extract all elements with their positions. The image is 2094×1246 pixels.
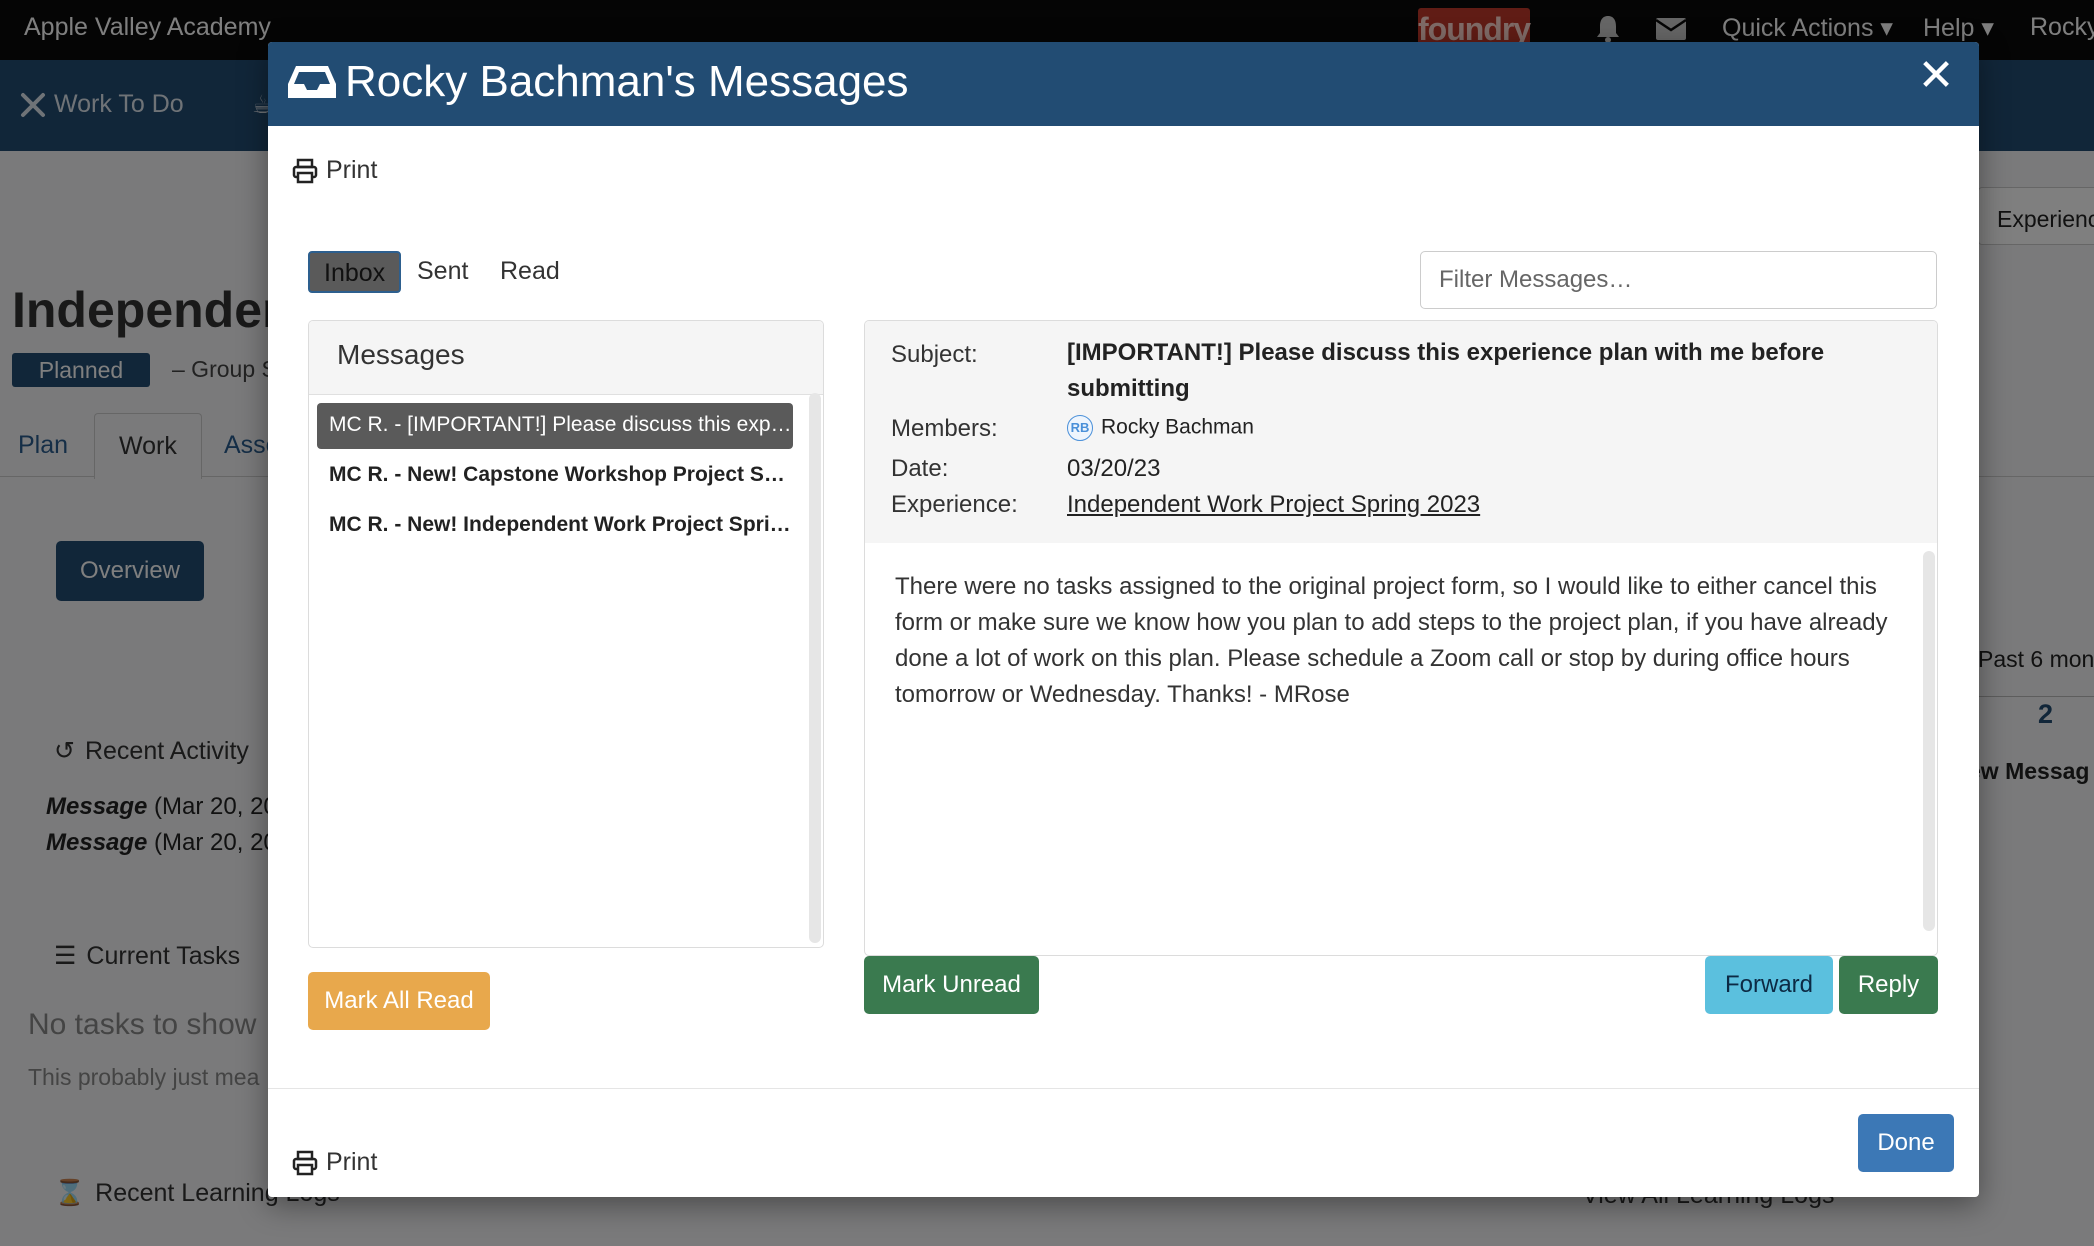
member-chip: RB Rocky Bachman bbox=[1067, 413, 1254, 441]
tab-inbox[interactable]: Inbox bbox=[308, 251, 402, 293]
close-icon[interactable]: ✕ bbox=[1916, 54, 1956, 98]
reply-button[interactable]: Reply bbox=[1839, 956, 1938, 1014]
subject-label: Subject: bbox=[891, 341, 978, 368]
member-name: Rocky Bachman bbox=[1101, 415, 1254, 439]
done-button[interactable]: Done bbox=[1858, 1114, 1954, 1172]
print-button-top[interactable]: Print bbox=[292, 156, 377, 185]
printer-icon bbox=[292, 1150, 318, 1175]
modal-header: Rocky Bachman's Messages ✕ bbox=[268, 42, 1979, 126]
mark-unread-button[interactable]: Mark Unread bbox=[864, 956, 1039, 1014]
message-list-item[interactable]: MC R. - New! Independent Work Project Sp… bbox=[317, 503, 793, 549]
message-list-panel: Messages MC R. - [IMPORTANT!] Please dis… bbox=[308, 320, 824, 948]
print-label: Print bbox=[326, 156, 378, 184]
print-button-bottom[interactable]: Print bbox=[292, 1148, 377, 1177]
printer-icon bbox=[292, 158, 318, 183]
modal-footer-divider bbox=[268, 1088, 1979, 1089]
members-label: Members: bbox=[891, 415, 998, 442]
message-detail-panel: Subject: [IMPORTANT!] Please discuss thi… bbox=[864, 320, 1938, 956]
avatar: RB bbox=[1067, 414, 1093, 441]
filter-messages-input[interactable] bbox=[1420, 251, 1937, 309]
message-meta: Subject: [IMPORTANT!] Please discuss thi… bbox=[865, 321, 1937, 543]
modal-title: Rocky Bachman's Messages bbox=[345, 57, 909, 106]
message-body: There were no tasks assigned to the orig… bbox=[895, 573, 1888, 708]
message-body-scrollbar[interactable] bbox=[1923, 551, 1935, 931]
message-list-header: Messages bbox=[309, 321, 823, 395]
tab-sent[interactable]: Sent bbox=[403, 251, 482, 293]
print-label: Print bbox=[326, 1148, 378, 1176]
date-label: Date: bbox=[891, 455, 949, 482]
subject-value: [IMPORTANT!] Please discuss this experie… bbox=[1067, 339, 1825, 402]
message-list-item[interactable]: MC R. - [IMPORTANT!] Please discuss this… bbox=[317, 403, 793, 449]
date-value: 03/20/23 bbox=[1067, 455, 1161, 482]
tab-read[interactable]: Read bbox=[486, 251, 574, 293]
message-list-scrollbar[interactable] bbox=[809, 393, 821, 943]
experience-link[interactable]: Independent Work Project Spring 2023 bbox=[1067, 491, 1480, 519]
experience-label: Experience: bbox=[891, 491, 1018, 518]
message-list: MC R. - [IMPORTANT!] Please discuss this… bbox=[317, 403, 793, 553]
forward-button[interactable]: Forward bbox=[1705, 956, 1833, 1014]
inbox-icon bbox=[288, 66, 336, 98]
messages-modal: Rocky Bachman's Messages ✕ Print Inbox S… bbox=[268, 42, 1979, 1197]
mark-all-read-button[interactable]: Mark All Read bbox=[308, 972, 490, 1030]
message-list-item[interactable]: MC R. - New! Capstone Workshop Project S… bbox=[317, 453, 793, 499]
